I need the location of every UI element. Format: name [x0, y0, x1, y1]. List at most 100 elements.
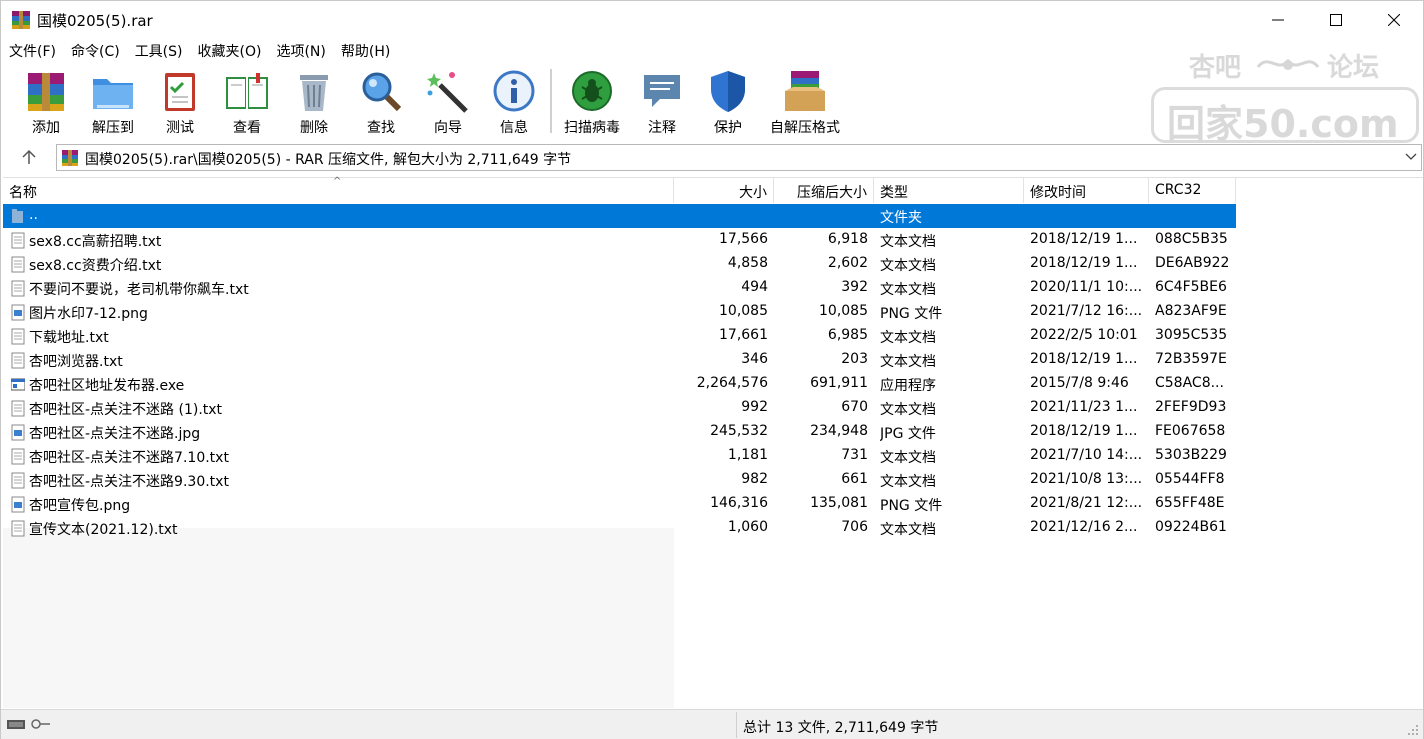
table-row[interactable]: 杏吧社区-点关注不迷路9.30.txt 982 661 文本文档 2021/10/8 1…: [3, 468, 1236, 492]
menu-commands[interactable]: 命令(C): [63, 39, 127, 63]
row-crc: 2FEF9D93: [1155, 399, 1227, 415]
ornament-icon: [1256, 58, 1320, 70]
table-row[interactable]: sex8.cc高薪招聘.txt 17,566 6,918 文本文档 2018/12/19…: [3, 228, 1236, 252]
row-crc: 09224B61: [1155, 519, 1227, 535]
row-size: 1,060: [727, 519, 768, 535]
comment-button[interactable]: 注释: [639, 67, 685, 137]
scan-virus-button[interactable]: 扫描病毒: [561, 67, 623, 137]
table-row[interactable]: 杏吧社区-点关注不迷路7.10.txt 1,181 731 文本文档 2021/7/10…: [3, 444, 1236, 468]
text-file-icon: [11, 448, 25, 465]
up-folder-button[interactable]: [9, 143, 49, 171]
row-modified: 2021/7/10 14:...: [1030, 447, 1143, 463]
row-modified: 2021/11/23 1...: [1030, 399, 1138, 415]
row-crc: 088C5B35: [1155, 231, 1228, 247]
row-size: 494: [741, 279, 768, 295]
row-name: 杏吧社区-点关注不迷路 (1).txt: [29, 402, 223, 418]
row-type: 文本文档: [880, 330, 936, 346]
row-packed: 10,085: [819, 303, 868, 319]
text-file-icon: [11, 280, 25, 297]
table-row[interactable]: 杏吧浏览器.txt 346 203 文本文档 2018/12/19 1... 72B359…: [3, 348, 1236, 372]
site-watermark: 杏吧 论坛 回家50.com: [1149, 43, 1421, 146]
row-packed: 234,948: [810, 423, 868, 439]
list-empty-area: [3, 528, 674, 708]
table-row[interactable]: 宣传文本(2021.12).txt 1,060 706 文本文档 2021/12/16 …: [3, 516, 1236, 540]
info-button[interactable]: 信息: [491, 67, 537, 137]
table-row[interactable]: 下载地址.txt 17,661 6,985 文本文档 2022/2/5 10:01 309…: [3, 324, 1236, 348]
row-name: 杏吧社区-点关注不迷路9.30.txt: [29, 474, 229, 490]
folder-extract-icon: [93, 79, 133, 109]
row-modified: 2021/7/12 16:...: [1030, 303, 1143, 319]
column-header-name[interactable]: 名称: [3, 178, 674, 203]
close-button[interactable]: [1365, 1, 1423, 39]
table-row[interactable]: sex8.cc资费介绍.txt 4,858 2,602 文本文档 2018/12/19 …: [3, 252, 1236, 276]
row-modified: 2018/12/19 1...: [1030, 423, 1138, 439]
row-packed: 706: [841, 519, 868, 535]
row-type: 文本文档: [880, 450, 936, 466]
wizard-button[interactable]: 向导: [425, 67, 471, 137]
file-list: ^ 名称 大小 压缩后大小 类型 修改时间 CRC32 .. 文件夹 sex8.…: [3, 176, 1423, 709]
row-crc: 5303B229: [1155, 447, 1227, 463]
menu-bar: 文件(F) 命令(C) 工具(S) 收藏夹(O) 选项(N) 帮助(H): [1, 39, 397, 63]
minimize-button[interactable]: [1249, 1, 1307, 39]
extract-to-button[interactable]: 解压到: [87, 67, 139, 137]
row-crc: 05544FF8: [1155, 471, 1225, 487]
address-bar[interactable]: 国模0205(5).rar\国模0205(5) - RAR 压缩文件, 解包大小…: [56, 144, 1422, 171]
view-button[interactable]: 查看: [221, 67, 273, 137]
table-row[interactable]: 杏吧社区-点关注不迷路 (1).txt 992 670 文本文档 2021/11/23 …: [3, 396, 1236, 420]
sfx-button[interactable]: 自解压格式: [767, 67, 843, 137]
drive-key-icon: [7, 719, 50, 729]
menu-tools[interactable]: 工具(S): [127, 39, 190, 63]
row-name: sex8.cc高薪招聘.txt: [29, 234, 162, 250]
delete-button[interactable]: 删除: [291, 67, 337, 137]
find-label: 查找: [367, 120, 395, 136]
winrar-window: 国模0205(5).rar 文件(F) 命令(C) 工具(S) 收藏夹(O) 选…: [0, 0, 1424, 739]
menu-options[interactable]: 选项(N): [268, 39, 332, 63]
column-header-modified[interactable]: 修改时间: [1024, 178, 1149, 203]
magic-wand-icon: [427, 72, 468, 113]
delete-label: 删除: [300, 120, 328, 136]
row-name: 不要问不要说，老司机带你飙车.txt: [29, 282, 249, 298]
maximize-button[interactable]: [1307, 1, 1365, 39]
table-row[interactable]: 杏吧社区地址发布器.exe 2,264,576 691,911 应用程序 2015/7/…: [3, 372, 1236, 396]
protect-button[interactable]: 保护: [705, 67, 751, 137]
protect-label: 保护: [714, 120, 742, 136]
table-row[interactable]: 杏吧社区-点关注不迷路.jpg 245,532 234,948 JPG 文件 2018/…: [3, 420, 1236, 444]
text-file-icon: [11, 520, 25, 537]
row-name: 杏吧社区地址发布器.exe: [29, 378, 185, 394]
watermark-left: 杏吧: [1189, 53, 1242, 83]
menu-help[interactable]: 帮助(H): [333, 39, 397, 63]
maximize-icon: [1330, 14, 1342, 26]
row-packed: 661: [841, 471, 868, 487]
row-modified: 2018/12/19 1...: [1030, 255, 1138, 271]
add-button[interactable]: 添加: [21, 67, 71, 137]
row-name: 下载地址.txt: [29, 330, 109, 346]
column-header-size[interactable]: 大小: [674, 178, 774, 203]
find-button[interactable]: 查找: [357, 67, 405, 137]
row-size: 992: [741, 399, 768, 415]
menu-favorites[interactable]: 收藏夹(O): [190, 39, 269, 63]
row-name: 杏吧浏览器.txt: [29, 354, 123, 370]
table-row[interactable]: 图片水印7-12.png 10,085 10,085 PNG 文件 2021/7/12 …: [3, 300, 1236, 324]
row-packed: 670: [841, 399, 868, 415]
test-button[interactable]: 测试: [157, 67, 203, 137]
column-header-packed[interactable]: 压缩后大小: [774, 178, 874, 203]
row-size: 346: [741, 351, 768, 367]
folder-up-icon: [12, 209, 23, 223]
chevron-down-icon[interactable]: [1405, 152, 1417, 162]
row-size: 10,085: [719, 303, 768, 319]
column-header-crc[interactable]: CRC32: [1149, 178, 1236, 203]
row-modified: 2021/10/8 13:...: [1030, 471, 1143, 487]
row-modified: 2018/12/19 1...: [1030, 231, 1138, 247]
table-row[interactable]: 不要问不要说，老司机带你飙车.txt 494 392 文本文档 2020/11/1 10…: [3, 276, 1236, 300]
row-name: sex8.cc资费介绍.txt: [29, 258, 162, 274]
row-type: PNG 文件: [880, 498, 943, 514]
text-file-icon: [11, 256, 25, 273]
resize-grip-icon[interactable]: [1407, 724, 1419, 736]
table-row-parent[interactable]: .. 文件夹: [3, 204, 1236, 228]
toolbar-separator: [550, 69, 552, 133]
table-row[interactable]: 杏吧宣传包.png 146,316 135,081 PNG 文件 2021/8/21 1…: [3, 492, 1236, 516]
row-crc: C58AC8...: [1155, 375, 1224, 391]
column-header-type[interactable]: 类型: [874, 178, 1024, 203]
rar-archive-icon: [62, 150, 78, 166]
menu-file[interactable]: 文件(F): [1, 39, 63, 63]
